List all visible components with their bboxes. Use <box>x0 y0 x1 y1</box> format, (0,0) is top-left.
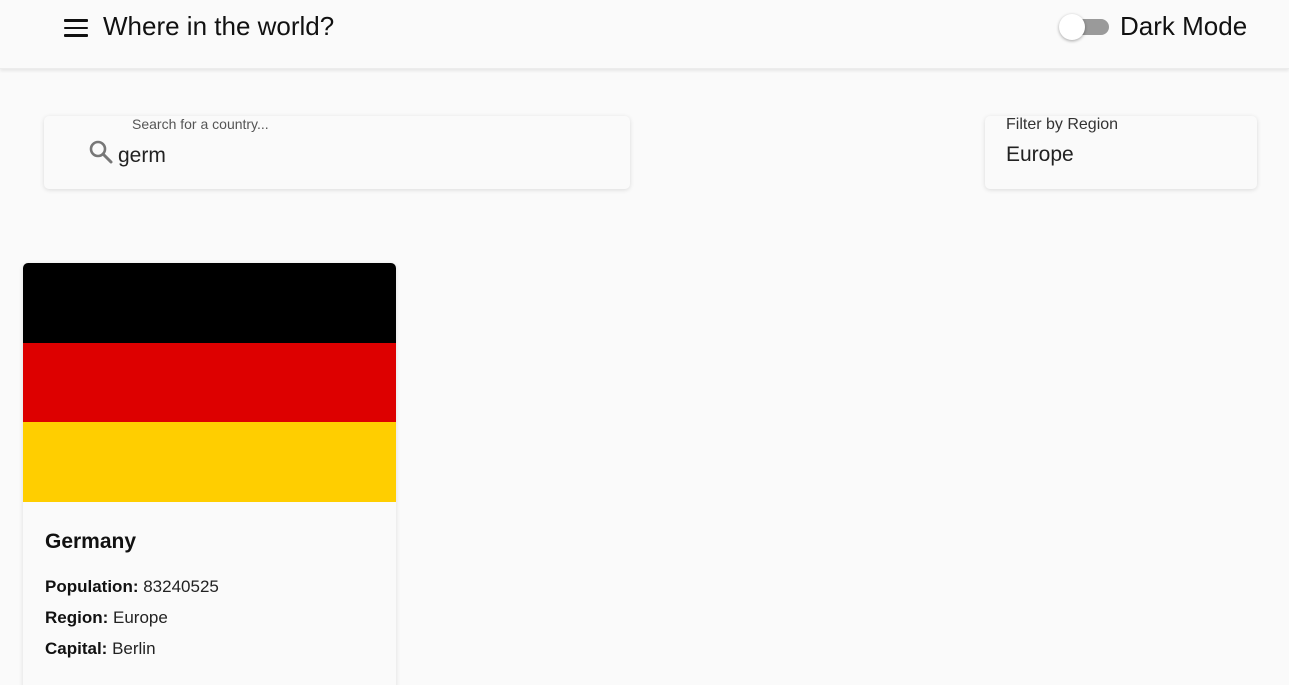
population-value: 83240525 <box>143 577 219 596</box>
toggle-thumb <box>1059 14 1085 40</box>
page-title: Where in the world? <box>103 11 335 41</box>
flag-stripe-gold <box>23 422 396 502</box>
flag-stripe-red <box>23 343 396 423</box>
search-field[interactable]: Search for a country... <box>44 116 630 189</box>
dark-mode-toggle[interactable] <box>1059 14 1111 40</box>
region-value: Europe <box>113 608 168 627</box>
country-card-germany[interactable]: Germany Population: 83240525 Region: Eur… <box>23 263 396 685</box>
filter-label: Filter by Region <box>1006 116 1119 133</box>
flag-stripe-black <box>23 263 396 343</box>
country-capital: Capital: Berlin <box>45 639 156 659</box>
region-filter-select[interactable]: Filter by Region Europe <box>985 116 1257 189</box>
country-region: Region: Europe <box>45 608 168 628</box>
filter-selected-value: Europe <box>1006 143 1074 166</box>
germany-flag <box>23 263 396 502</box>
search-label: Search for a country... <box>132 116 269 132</box>
menu-line <box>64 26 88 30</box>
country-population: Population: 83240525 <box>45 577 219 597</box>
search-icon <box>88 139 114 165</box>
dark-mode-label: Dark Mode <box>1120 11 1248 41</box>
population-label: Population: <box>45 577 139 596</box>
app-root: Where in the world? Dark Mode Search for… <box>0 0 1289 685</box>
country-name: Germany <box>45 530 137 553</box>
menu-line <box>64 34 88 37</box>
search-input[interactable] <box>118 140 598 172</box>
menu-line <box>64 19 88 22</box>
hamburger-menu-icon[interactable] <box>58 12 94 44</box>
app-header: Where in the world? Dark Mode <box>0 0 1289 69</box>
capital-label: Capital: <box>45 639 108 658</box>
capital-value: Berlin <box>112 639 156 658</box>
region-label: Region: <box>45 608 109 627</box>
